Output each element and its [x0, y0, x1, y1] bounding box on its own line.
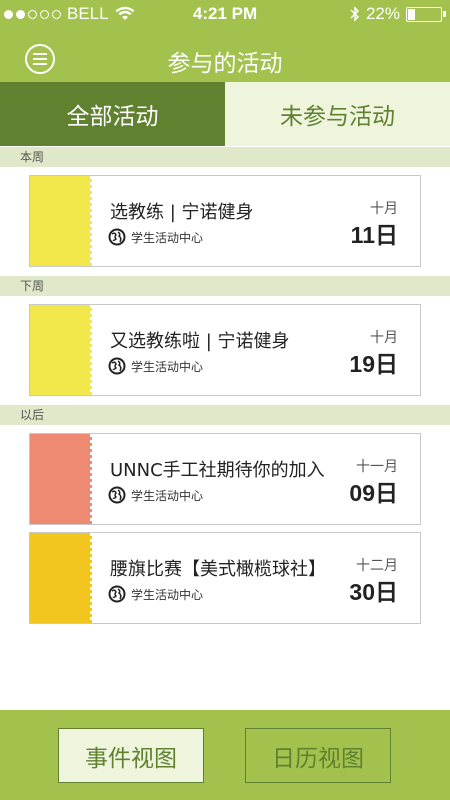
event-view-button[interactable]: 事件视图	[58, 728, 204, 783]
status-right: 22%	[350, 4, 446, 24]
event-location: 学生活动中心	[108, 228, 203, 246]
tab-bar: 全部活动 未参与活动	[0, 82, 450, 146]
event-location-label: 学生活动中心	[131, 488, 204, 503]
event-card[interactable]: 腰旗比赛【美式橄榄球社】 学生活动中心 十二月 30日	[29, 532, 421, 624]
event-title: 选教练 | 宁诺健身	[110, 202, 254, 223]
event-color-strip	[30, 305, 93, 395]
event-location-label: 学生活动中心	[131, 230, 204, 245]
bluetooth-icon	[350, 6, 360, 22]
event-card[interactable]: UNNC手工社期待你的加入 学生活动中心 十一月 09日	[29, 433, 421, 525]
event-day: 19日	[349, 351, 398, 377]
globe-icon	[108, 585, 126, 603]
section-header-later: 以后	[0, 405, 450, 425]
bottom-bar: 事件视图 日历视图	[0, 710, 450, 800]
nav-bar: 参与的活动	[0, 28, 450, 82]
event-month: 十月	[370, 330, 398, 346]
event-title: 又选教练啦 | 宁诺健身	[110, 331, 290, 352]
event-title: 腰旗比赛【美式橄榄球社】	[110, 559, 326, 580]
event-location-label: 学生活动中心	[131, 359, 204, 374]
event-title: UNNC手工社期待你的加入	[110, 460, 325, 481]
event-day: 09日	[349, 480, 398, 506]
event-day: 30日	[349, 579, 398, 605]
event-location: 学生活动中心	[108, 585, 203, 603]
section-header-this-week: 本周	[0, 147, 450, 167]
globe-icon	[108, 357, 126, 375]
globe-icon	[108, 486, 126, 504]
event-card[interactable]: 又选教练啦 | 宁诺健身 学生活动中心 十月 19日	[29, 304, 421, 396]
battery-icon	[406, 6, 446, 22]
event-day: 11日	[350, 222, 398, 248]
calendar-view-button[interactable]: 日历视图	[245, 728, 391, 783]
event-month: 十月	[370, 201, 398, 217]
event-month: 十二月	[356, 558, 398, 574]
event-location: 学生活动中心	[108, 357, 203, 375]
event-card[interactable]: 选教练 | 宁诺健身 学生活动中心 十月 11日	[29, 175, 421, 267]
event-color-strip	[30, 176, 93, 266]
event-color-strip	[30, 434, 93, 524]
tab-all-activities[interactable]: 全部活动	[0, 82, 225, 146]
tab-not-participated[interactable]: 未参与活动	[225, 82, 450, 146]
battery-percent: 22%	[365, 4, 400, 23]
page-title: 参与的活动	[167, 51, 283, 77]
event-location: 学生活动中心	[108, 486, 203, 504]
event-month: 十一月	[356, 459, 398, 475]
event-color-strip	[30, 533, 93, 623]
event-location-label: 学生活动中心	[131, 587, 204, 602]
section-header-next-week: 下周	[0, 276, 450, 296]
status-bar: BELL 4:21 PM 22%	[0, 0, 450, 28]
globe-icon	[108, 228, 126, 246]
